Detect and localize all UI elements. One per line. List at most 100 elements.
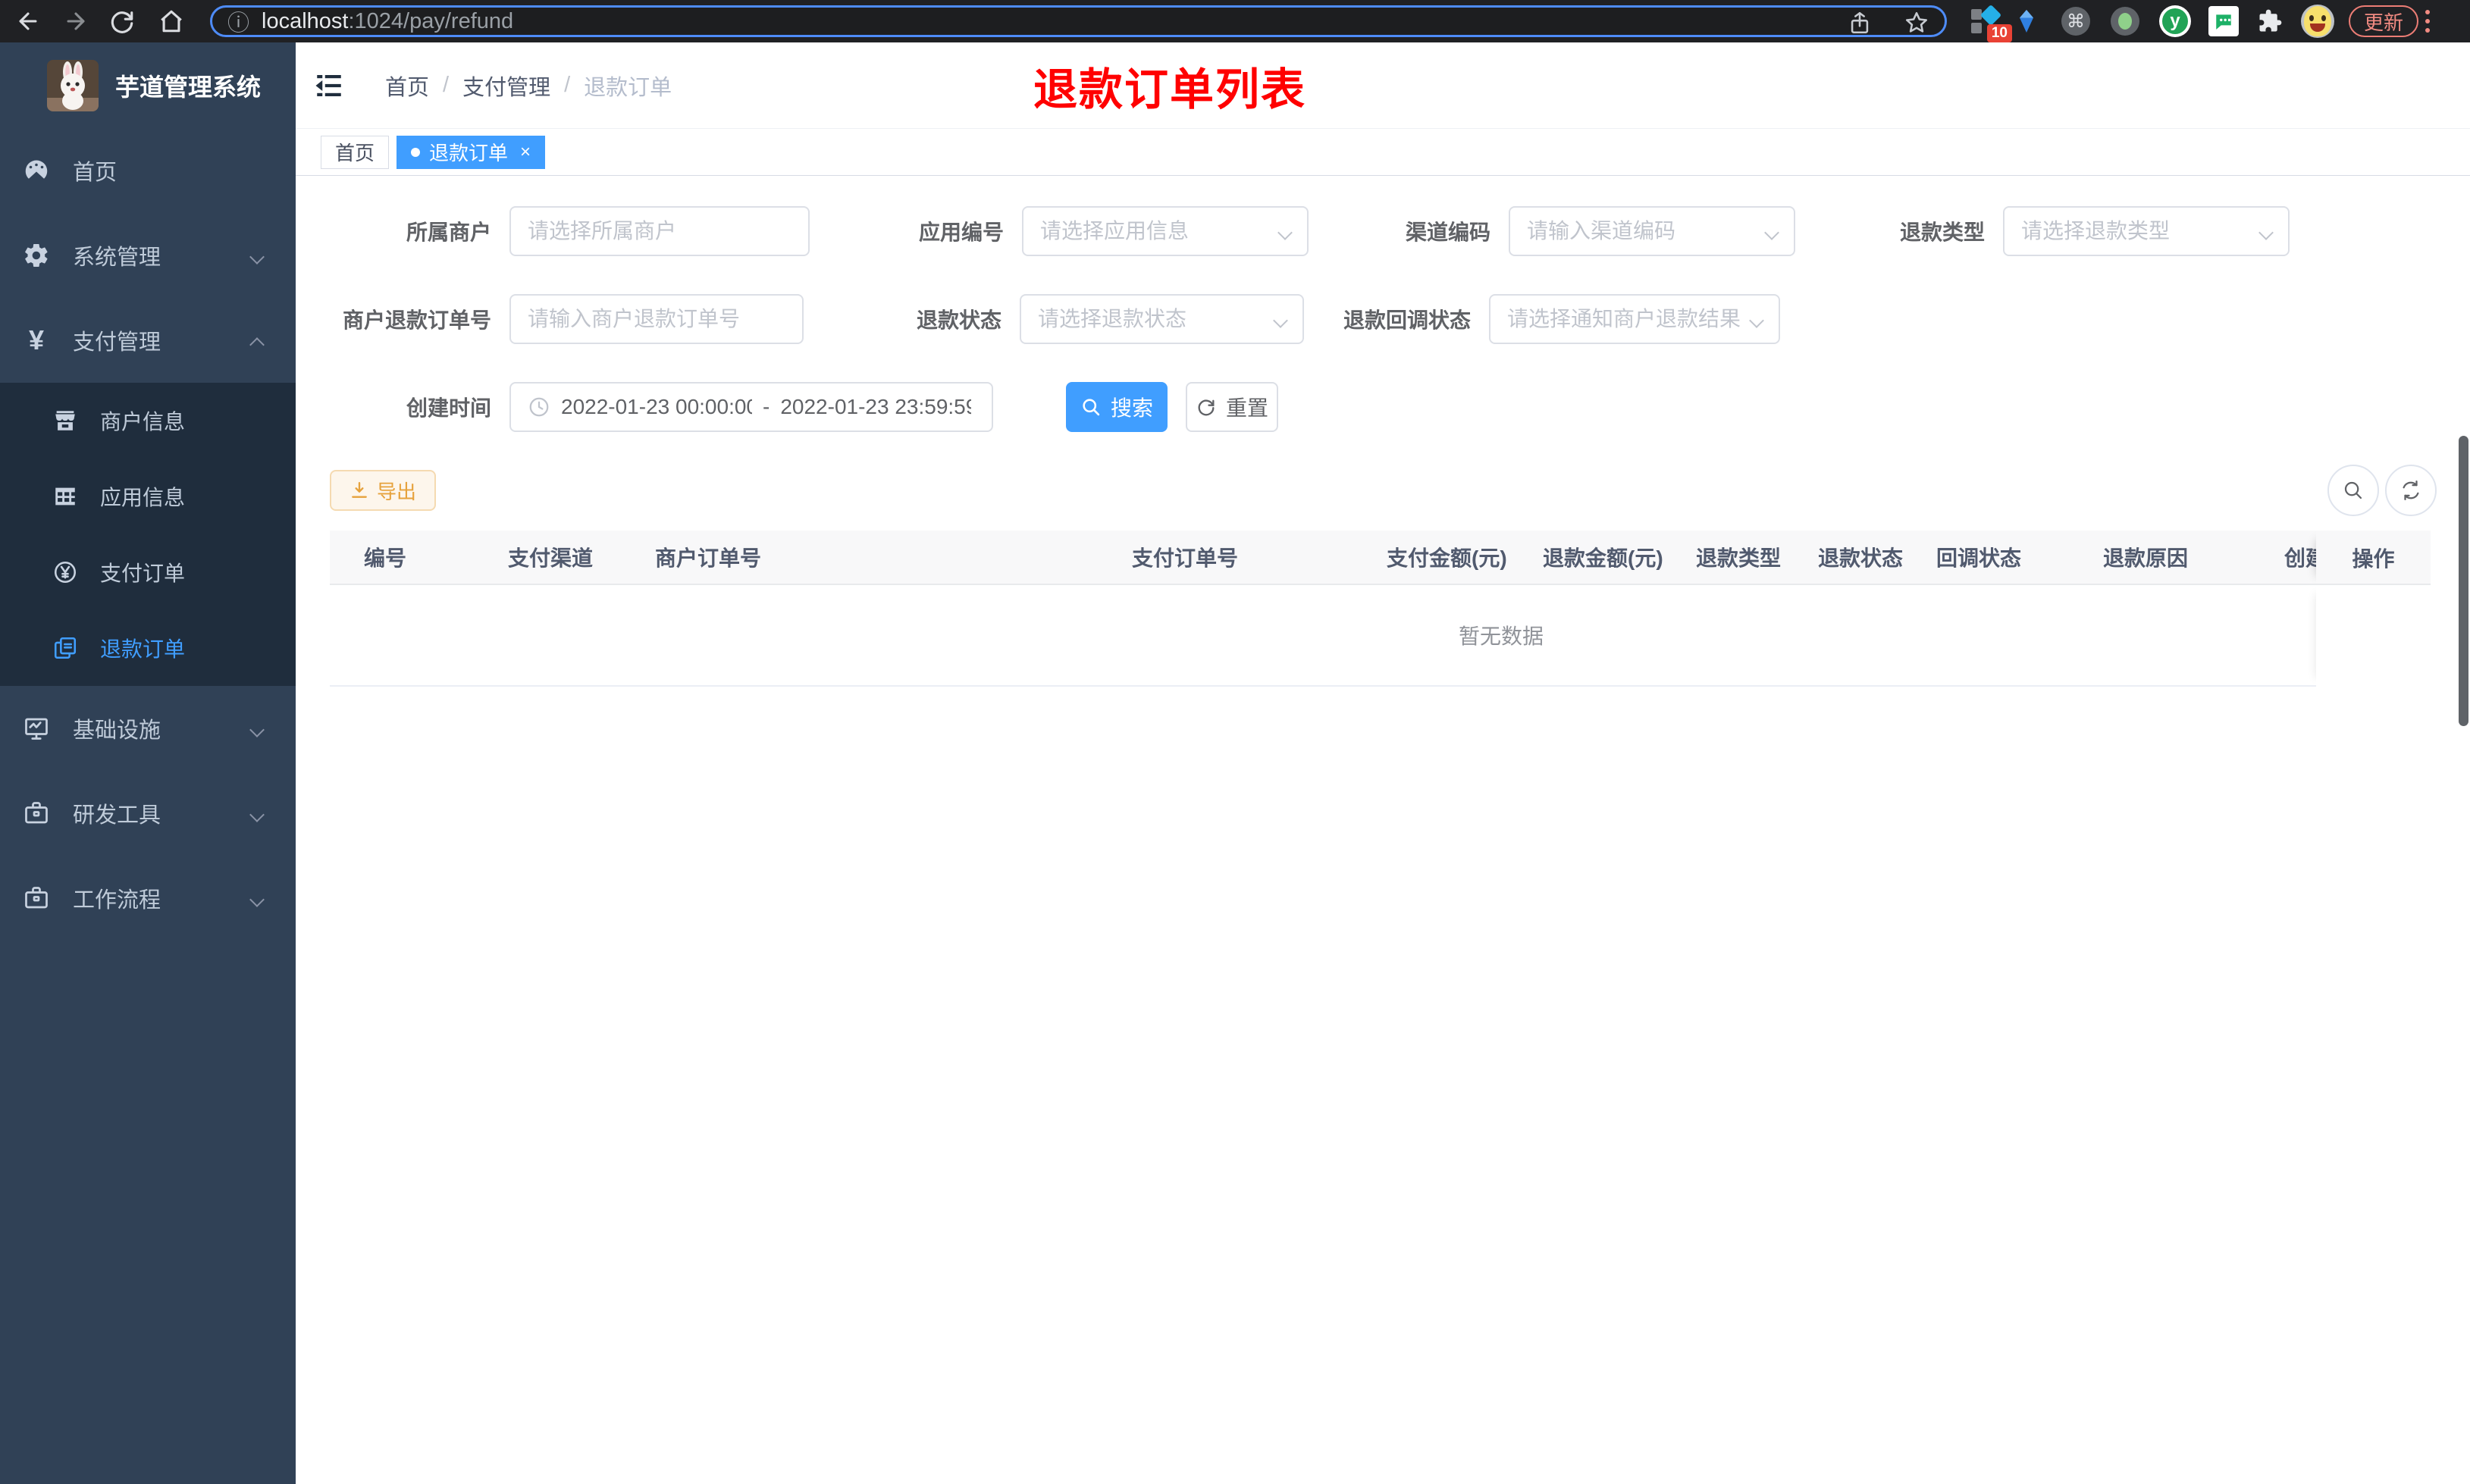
sidebar-item-label: 支付订单 (100, 562, 186, 585)
col-header: 退款类型 (1696, 546, 1782, 570)
search-button[interactable]: 搜索 (1066, 382, 1168, 432)
breadcrumb-pay[interactable]: 支付管理 (462, 70, 550, 102)
sidebar-item-refund-order[interactable]: 退款订单 (0, 610, 296, 686)
sidebar-item-system[interactable]: 系统管理 (0, 213, 296, 298)
extensions-puzzle-icon[interactable] (2256, 8, 2283, 35)
col-header: 退款状态 (1818, 546, 1904, 570)
breadcrumb: 首页 / 支付管理 / 退款订单 (385, 70, 672, 102)
callback-status-input[interactable] (1507, 307, 1762, 331)
browser-menu-icon[interactable] (2425, 10, 2430, 33)
refund-type-select[interactable] (2003, 206, 2290, 256)
profile-avatar-icon[interactable] (2301, 5, 2334, 38)
url-bar[interactable]: ⓘ localhost:1024/pay/refund (210, 5, 1947, 37)
sidebar-item-dev-tools[interactable]: 研发工具 (0, 771, 296, 856)
extension-green-dot-icon[interactable] (2111, 7, 2139, 36)
chevron-down-icon (1766, 227, 1779, 240)
extension-command-icon[interactable]: ⌘ (2061, 7, 2090, 36)
browser-update-button[interactable]: 更新 (2349, 5, 2419, 37)
extension-y-icon[interactable]: y (2159, 5, 2191, 37)
date-range-picker[interactable]: 2022-01-23 00:00:00 - 2022-01-23 23:59:5… (509, 382, 993, 432)
filter-label: 退款回调状态 (1343, 308, 1471, 332)
sidebar-item-pay[interactable]: ¥ 支付管理 (0, 298, 296, 383)
fixed-col-body (2316, 585, 2431, 687)
chevron-down-icon (1275, 315, 1287, 327)
merchant-refund-no-field[interactable] (509, 294, 804, 344)
app-logo-row[interactable]: 芋道管理系统 (0, 42, 296, 128)
sidebar-item-label: 支付管理 (73, 330, 161, 355)
filter-label: 应用编号 (918, 221, 1004, 244)
table-refresh-icon[interactable] (2385, 465, 2437, 516)
gear-icon (23, 242, 50, 269)
sidebar-collapse-icon[interactable] (312, 69, 346, 102)
tag-close-icon[interactable]: × (520, 142, 531, 163)
filter-label: 退款类型 (1899, 221, 1985, 244)
refund-status-input[interactable] (1038, 307, 1286, 331)
bookmark-star-icon[interactable] (1904, 10, 1929, 36)
extension-gem-icon[interactable] (2013, 8, 2040, 35)
app-input[interactable] (1040, 219, 1290, 243)
briefcase-icon (23, 884, 50, 912)
sidebar-item-workflow[interactable]: 工作流程 (0, 856, 296, 941)
home-icon[interactable] (158, 8, 184, 34)
filter-label: 创建时间 (406, 396, 491, 420)
yen-circle-icon (52, 559, 79, 586)
chevron-down-icon (2261, 227, 2273, 240)
col-header: 创建时间 (2284, 546, 2318, 570)
reload-icon[interactable] (109, 8, 135, 34)
chevron-down-icon (252, 722, 265, 735)
tag-refund-order[interactable]: 退款订单 × (397, 135, 546, 169)
chevron-up-icon (252, 333, 265, 347)
sidebar-item-home[interactable]: 首页 (0, 128, 296, 213)
channel-select[interactable] (1509, 206, 1795, 256)
col-header: 支付订单号 (1132, 546, 1239, 570)
breadcrumb-current: 退款订单 (584, 75, 672, 100)
refund-type-input[interactable] (2021, 219, 2271, 243)
merchant-input[interactable] (528, 219, 791, 243)
channel-input[interactable] (1527, 219, 1777, 243)
table-body: 暂无数据 (330, 585, 2431, 687)
table-search-icon[interactable] (2327, 465, 2379, 516)
app-logo (47, 59, 99, 111)
clock-icon (528, 396, 550, 418)
col-header: 退款金额(元) (1543, 546, 1663, 570)
back-icon[interactable] (15, 8, 41, 34)
breadcrumb-separator: / (443, 73, 450, 97)
vertical-scrollbar[interactable] (2459, 436, 2468, 726)
sidebar-item-label: 应用信息 (100, 486, 186, 509)
filter-label: 退款状态 (916, 308, 1001, 332)
sidebar-item-pay-order[interactable]: 支付订单 (0, 534, 296, 610)
pay-submenu: 商户信息 应用信息 支付订单 退款订单 (0, 383, 296, 686)
sidebar-item-merchant-info[interactable]: 商户信息 (0, 383, 296, 459)
sidebar-item-app-info[interactable]: 应用信息 (0, 459, 296, 534)
forward-icon[interactable] (63, 8, 89, 34)
refund-status-select[interactable] (1020, 294, 1304, 344)
date-start[interactable]: 2022-01-23 00:00:00 (561, 395, 752, 419)
sidebar-item-infra[interactable]: 基础设施 (0, 686, 296, 771)
date-end[interactable]: 2022-01-23 23:59:59 (780, 395, 971, 419)
date-separator: - (763, 395, 770, 418)
sidebar-item-label: 工作流程 (73, 888, 161, 913)
chevron-down-icon (252, 806, 265, 820)
page-title: 退款订单列表 (1033, 64, 1307, 114)
sidebar-item-label: 基础设施 (73, 719, 161, 743)
filter-row-1: 所属商户 应用编号 渠道编码 退款类型 (296, 206, 2290, 256)
share-icon[interactable] (1847, 10, 1873, 36)
callback-status-select[interactable] (1489, 294, 1780, 344)
empty-state-text: 暂无数据 (1458, 625, 1544, 648)
tag-home[interactable]: 首页 (321, 135, 390, 169)
content: 所属商户 应用编号 渠道编码 退款类型 (296, 176, 2470, 1484)
col-header: 商户订单号 (655, 546, 762, 570)
export-button[interactable]: 导出 (330, 470, 437, 511)
merchant-select[interactable] (509, 206, 810, 256)
app-select[interactable] (1022, 206, 1309, 256)
reset-button[interactable]: 重置 (1186, 382, 1278, 432)
merchant-refund-no-input[interactable] (528, 307, 785, 331)
extension-tabs-icon[interactable]: 10 (1970, 4, 2012, 42)
storefront-icon (52, 407, 79, 434)
grid-icon (52, 483, 79, 510)
refund-table: 编号 支付渠道 商户订单号 支付订单号 支付金额(元) 退款金额(元) 退款类型… (330, 531, 2431, 687)
extension-chat-icon[interactable] (2208, 6, 2239, 36)
breadcrumb-home[interactable]: 首页 (385, 70, 429, 102)
col-header: 支付渠道 (508, 546, 594, 570)
site-info-icon[interactable]: ⓘ (227, 5, 249, 37)
